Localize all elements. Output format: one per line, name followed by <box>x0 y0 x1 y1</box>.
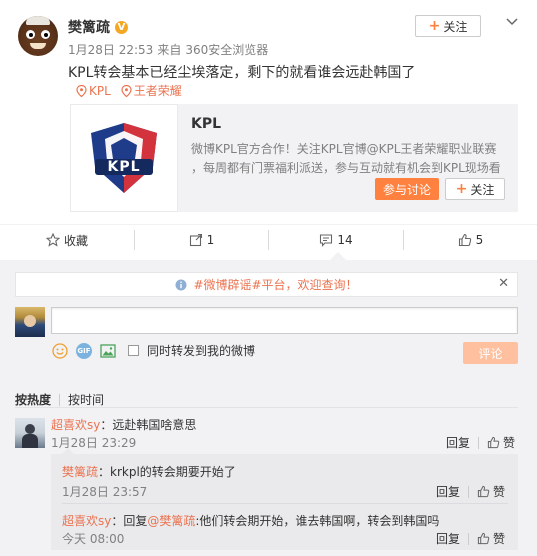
thumbs-up-icon <box>477 532 490 545</box>
reply-user[interactable]: 超喜欢sy <box>62 514 111 528</box>
reply-row: 超喜欢sy：回复@樊篱疏:他们转会期开始，谁去韩国啊，转会到韩国吗 <box>62 512 439 529</box>
like-action[interactable]: 5 <box>404 230 537 250</box>
plus-icon: + <box>455 181 468 197</box>
comment-pointer <box>330 252 346 260</box>
thumbs-up-icon <box>487 436 500 449</box>
comment-like-button[interactable]: 赞 <box>487 434 515 451</box>
reply-row: 樊篱疏：krkpl的转会期要开始了 <box>62 463 236 480</box>
my-avatar[interactable] <box>15 307 45 337</box>
repost-action[interactable]: 1 <box>135 230 268 250</box>
small-divider <box>478 436 480 449</box>
small-divider <box>468 532 470 545</box>
favorite-action[interactable]: 收藏 <box>0 230 134 250</box>
post-source[interactable]: 360安全浏览器 <box>185 41 268 58</box>
reply-link[interactable]: 回复 <box>446 434 470 451</box>
comment-text: ：远赴韩国啥意思 <box>100 418 197 432</box>
reply-link[interactable]: 回复 <box>436 483 460 500</box>
chevron-down-icon[interactable] <box>505 15 519 29</box>
post-source-prefix: 来自 <box>157 43 182 57</box>
also-repost-label[interactable]: 同时转发到我的微博 <box>147 342 255 359</box>
reply-time: 1月28日 23:57 <box>62 485 148 499</box>
card-follow-label: 关注 <box>470 182 495 197</box>
thumbs-up-icon <box>477 485 490 498</box>
comment-row: 超喜欢sy：远赴韩国啥意思 <box>51 416 196 433</box>
star-icon <box>45 233 60 247</box>
post-text: KPL转会基本已经尘埃落定，剩下的就看谁会远赴韩国了 <box>68 65 416 81</box>
reply-text: :他们转会期开始，谁去韩国啊，转会到韩国吗 <box>195 514 440 528</box>
action-bar-top-border <box>0 224 537 225</box>
small-divider <box>468 485 470 498</box>
join-discussion-button[interactable]: 参与讨论 <box>375 178 439 200</box>
location-pin-icon <box>76 84 87 97</box>
also-repost-checkbox[interactable] <box>128 345 139 356</box>
sort-by-heat-tab[interactable]: 按热度 <box>15 391 51 408</box>
comment-input[interactable] <box>51 307 518 334</box>
card-title[interactable]: KPL <box>191 116 221 132</box>
reply-prefix: ：回复 <box>111 514 148 528</box>
comment-text-field[interactable] <box>52 308 517 333</box>
notice-bar: #微博辟谣#平台，欢迎查询！ ✕ <box>15 272 518 297</box>
kpl-logo-text: KPL <box>107 159 141 175</box>
follow-button[interactable]: + 关注 <box>415 15 481 37</box>
gif-icon[interactable]: GIF <box>76 342 92 359</box>
info-icon <box>175 279 187 290</box>
location-pin-icon <box>121 84 132 97</box>
sort-divider <box>59 393 61 406</box>
topic-card[interactable]: KPL KPL 微博KPL官方合作！关注KPL官博@KPL王者荣耀职业联赛 ，每… <box>70 104 518 212</box>
sort-by-time-tab[interactable]: 按时间 <box>68 391 104 408</box>
image-icon[interactable] <box>100 343 116 359</box>
commenter-avatar[interactable] <box>15 418 45 448</box>
card-desc-line2: ，每周都有门票福利派送，参与互动就有机会到KPL现场看 <box>191 161 501 175</box>
verified-badge-icon: V <box>115 20 128 34</box>
topic-tag-wzry[interactable]: 王者荣耀 <box>121 82 182 99</box>
repost-icon <box>189 233 202 247</box>
thumbs-up-icon <box>458 233 471 247</box>
sort-underline <box>15 407 518 408</box>
reply-user[interactable]: 樊篱疏 <box>62 465 98 479</box>
author-name[interactable]: 樊篱疏 <box>68 17 110 37</box>
reply-text: ：krkpl的转会期要开始了 <box>98 465 236 479</box>
reply-pointer <box>62 448 74 454</box>
topic-tag-kpl[interactable]: KPL <box>76 84 111 98</box>
follow-label: 关注 <box>443 19 468 34</box>
reply-separator <box>62 503 508 504</box>
reply-like-button[interactable]: 赞 <box>477 530 505 547</box>
reply-link[interactable]: 回复 <box>436 530 460 547</box>
comment-action[interactable]: 14 <box>269 230 403 250</box>
reply-time: 今天 08:00 <box>62 532 125 546</box>
kpl-logo: KPL <box>70 104 178 212</box>
close-icon[interactable]: ✕ <box>498 276 509 291</box>
comment-icon <box>320 234 333 247</box>
post-time[interactable]: 1月28日 22:53 <box>68 41 153 58</box>
card-desc-line1: 微博KPL官方合作！关注KPL官博@KPL王者荣耀职业联赛 <box>191 142 497 156</box>
reply-mention[interactable]: @樊篱疏 <box>147 514 195 528</box>
notice-text[interactable]: #微博辟谣#平台，欢迎查询！ <box>193 276 357 293</box>
submit-comment-button[interactable]: 评论 <box>463 342 518 364</box>
author-avatar[interactable] <box>18 16 58 56</box>
emoji-icon[interactable] <box>52 342 68 359</box>
reply-like-button[interactable]: 赞 <box>477 483 505 500</box>
commenter-name[interactable]: 超喜欢sy <box>51 418 100 432</box>
card-follow-button[interactable]: + 关注 <box>445 178 505 200</box>
plus-icon: + <box>428 18 441 34</box>
